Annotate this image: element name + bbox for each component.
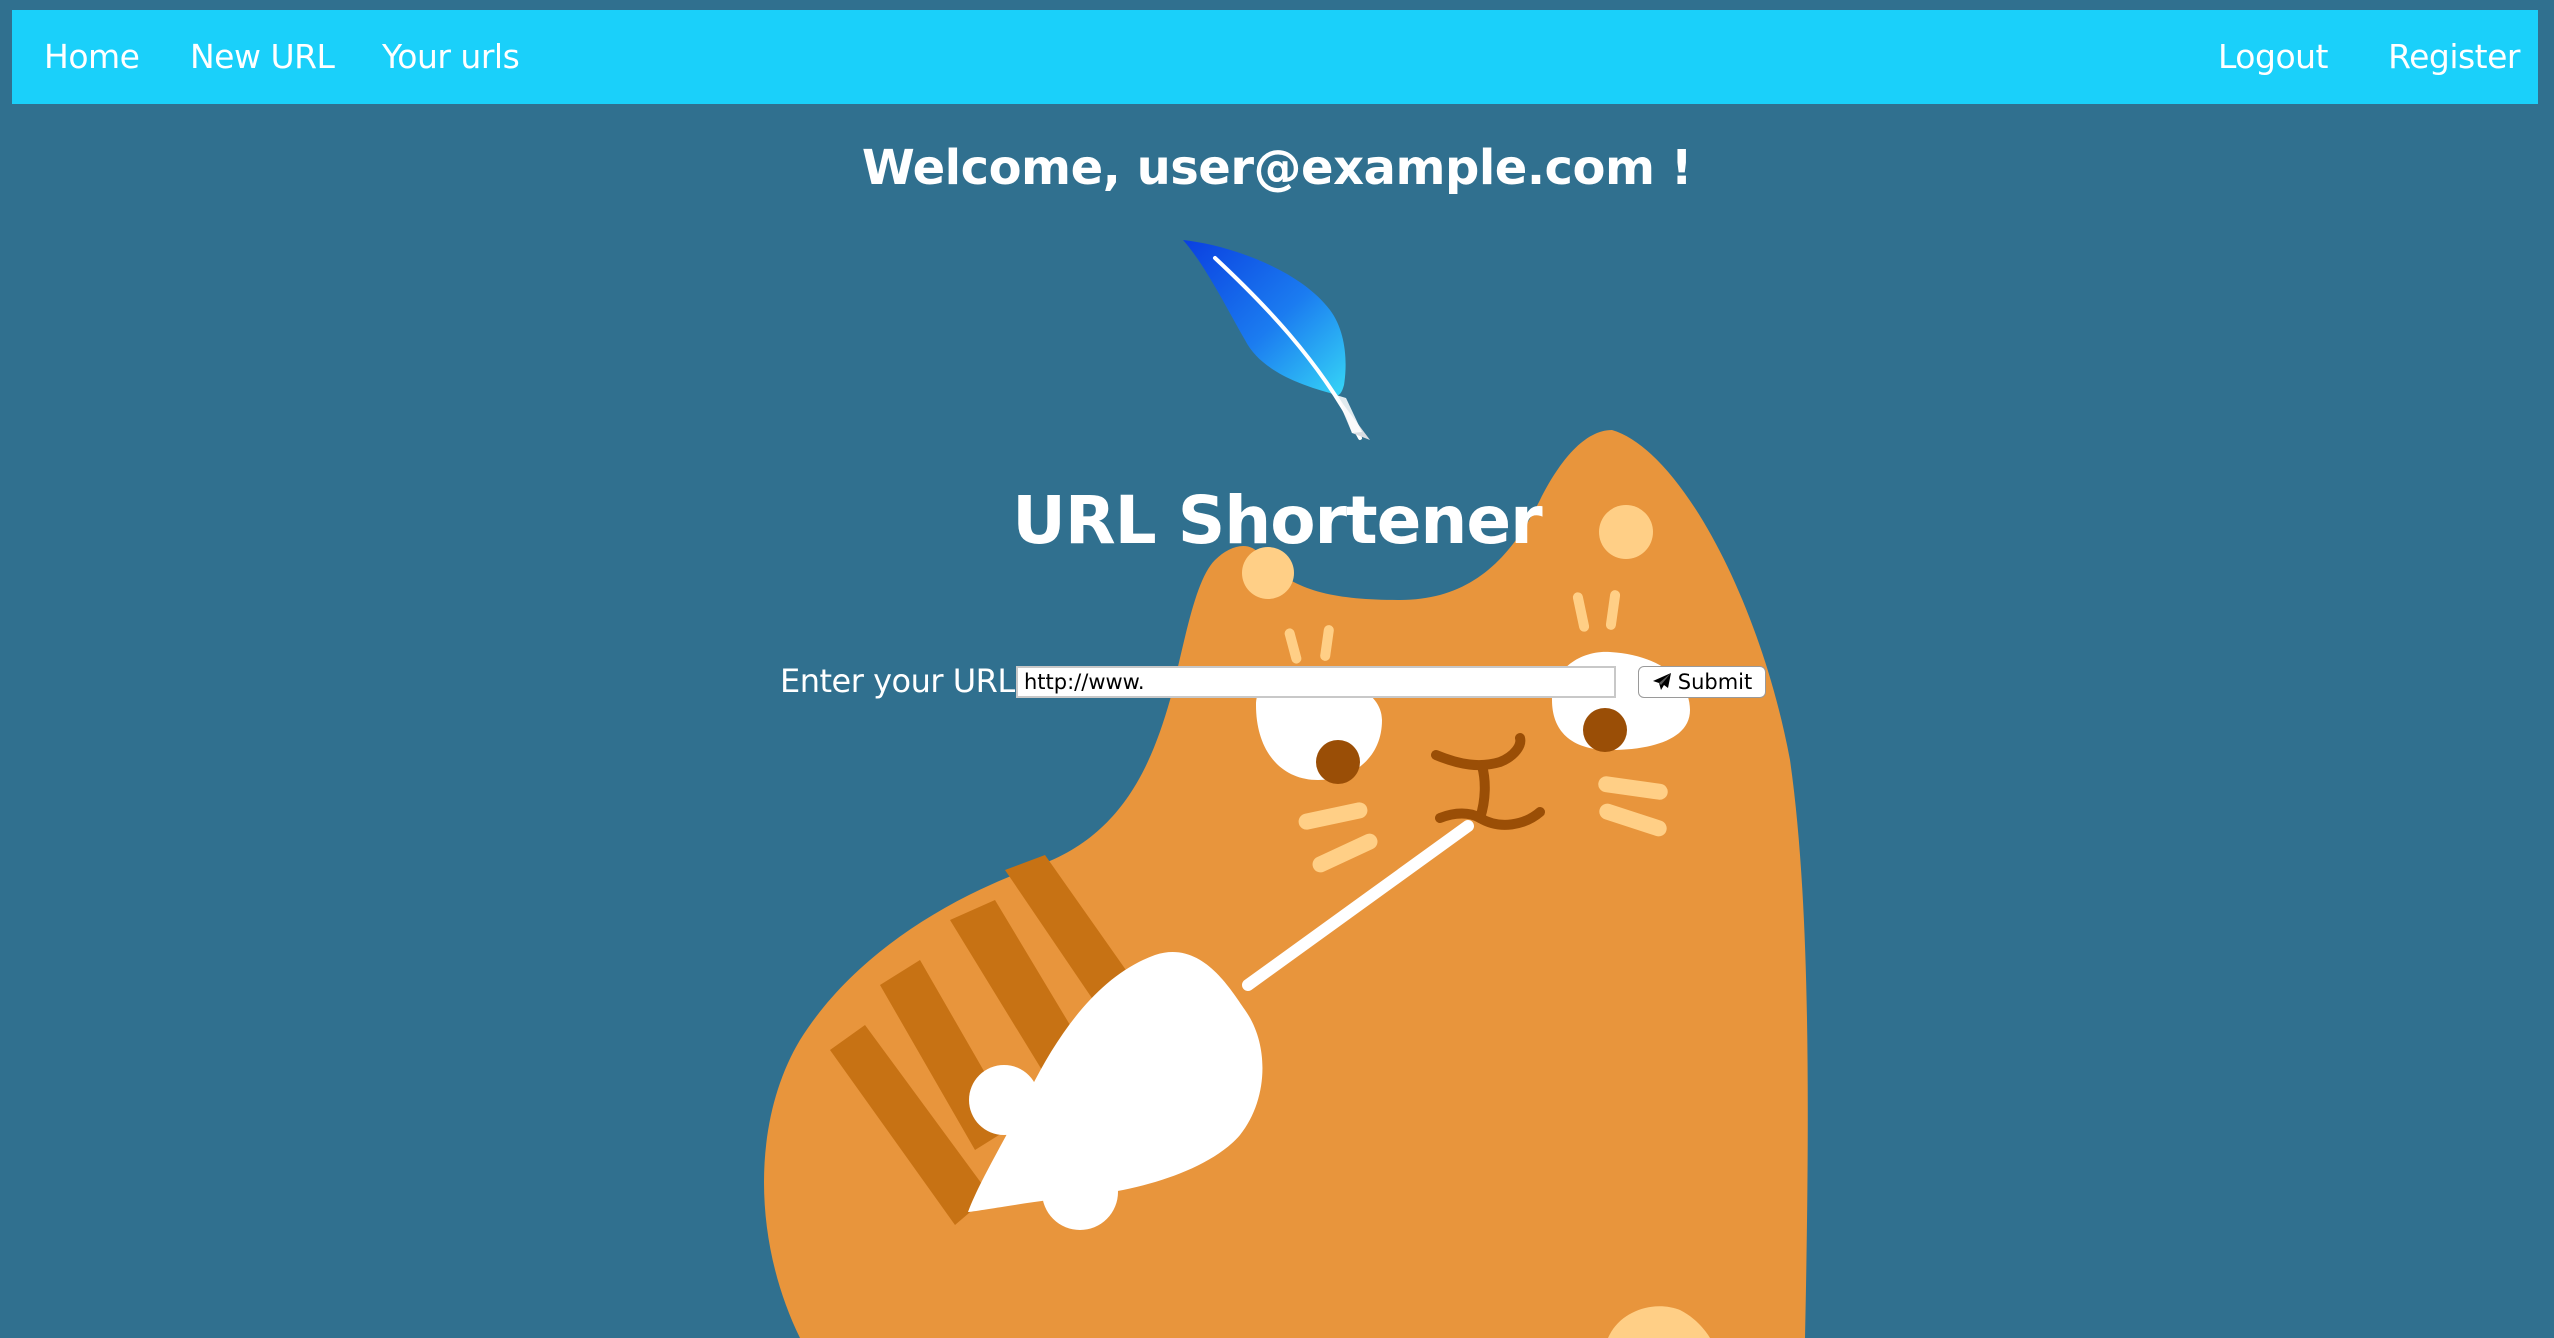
nav-link-new-url[interactable]: New URL xyxy=(190,10,335,104)
nav-link-logout[interactable]: Logout xyxy=(2218,10,2329,104)
cat-illustration xyxy=(764,430,1808,1338)
page: Home New URL Your urls Logout Register W… xyxy=(0,0,2554,1338)
nav-link-your-urls[interactable]: Your urls xyxy=(382,10,520,104)
nav-link-home[interactable]: Home xyxy=(44,10,140,104)
paper-plane-icon xyxy=(1652,673,1671,690)
submit-button-label: Submit xyxy=(1677,670,1753,694)
top-navbar: Home New URL Your urls Logout Register xyxy=(12,10,2538,104)
feather-quill-icon xyxy=(1183,240,1370,440)
page-title: URL Shortener xyxy=(1012,482,1542,559)
submit-button[interactable]: Submit xyxy=(1638,666,1766,698)
url-input[interactable] xyxy=(1016,666,1616,698)
welcome-heading: Welcome, user@example.com ! xyxy=(861,140,1693,196)
nav-link-register[interactable]: Register xyxy=(2388,10,2520,104)
url-input-label: Enter your URL: xyxy=(780,662,1025,700)
